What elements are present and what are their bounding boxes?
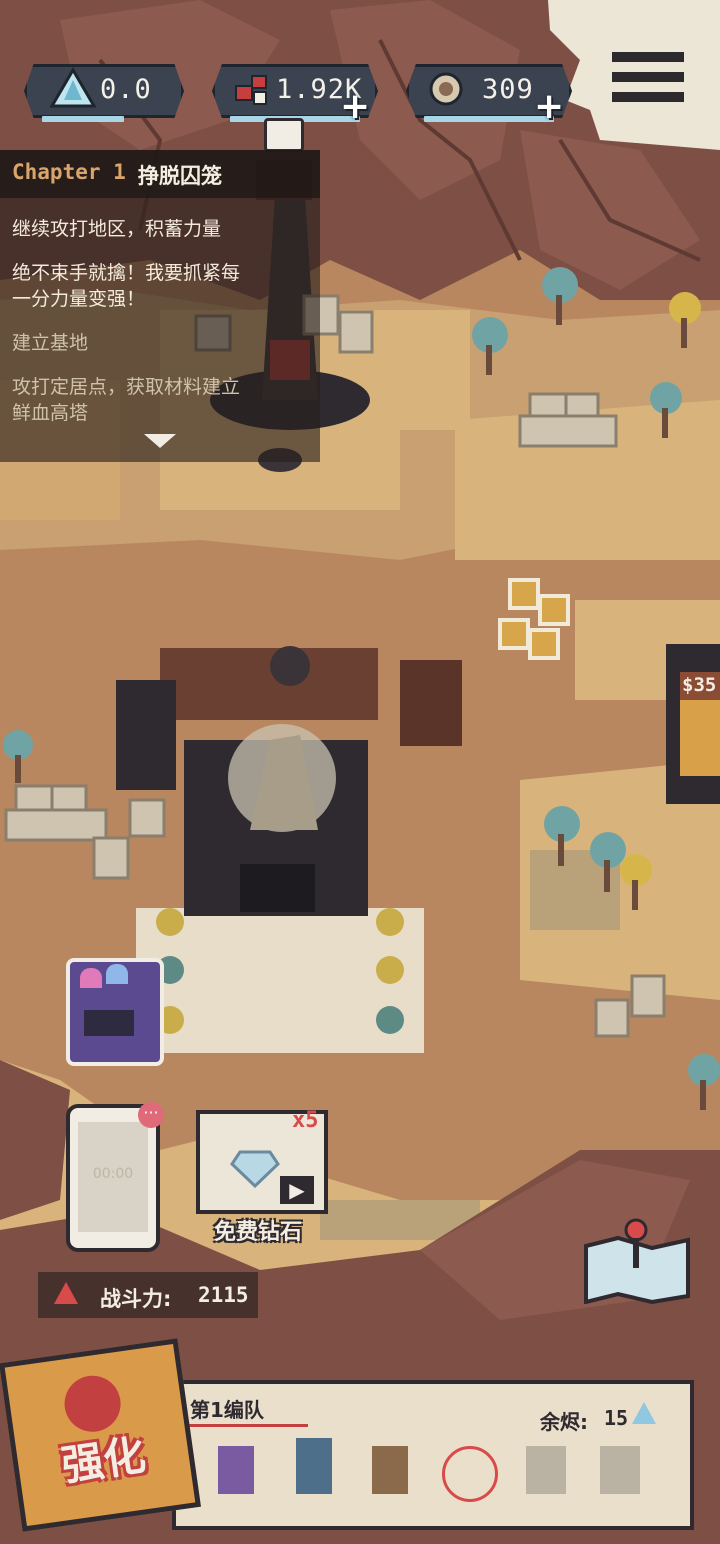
ghost-icon-2 (106, 964, 128, 984)
warning-icon (54, 1282, 78, 1304)
embers-value: 15 (604, 1406, 629, 1430)
squad-panel[interactable]: 第1编队 余烬: 15 (172, 1380, 694, 1530)
squad-slot-locked-1[interactable] (526, 1446, 566, 1494)
quest-dialogue-line1: 绝不束手就擒！我要抓紧每 (12, 262, 241, 284)
meat-icon (235, 75, 267, 105)
ore-icon (429, 72, 463, 106)
meat-plus-button[interactable]: + (340, 89, 370, 125)
free-diamond-label: 免费钻石 (213, 1220, 302, 1245)
ember-crystal-icon (632, 1402, 656, 1424)
meat-resource[interactable]: 1.92K + (212, 64, 378, 125)
quest-objective: 继续攻打地区，积蓄力量 (12, 218, 222, 240)
monster-mouth-icon (84, 1010, 134, 1036)
world-map-button[interactable] (582, 1216, 692, 1305)
diamond-icon (230, 1150, 280, 1188)
quest-panel[interactable]: Chapter 1 挣脱囚笼 继续攻打地区，积蓄力量 绝不束手就擒！我要抓紧每 … (0, 150, 320, 462)
squad-member-3[interactable] (372, 1446, 408, 1494)
combat-power-value: 2115 (198, 1283, 249, 1307)
squad-member-4[interactable] (442, 1446, 498, 1502)
chapter-title: 挣脱囚笼 (138, 164, 222, 188)
crystal-resource[interactable]: 0.0 (24, 64, 184, 122)
monster-summon-button[interactable] (66, 958, 164, 1066)
phone-time: 00:00 (92, 1166, 134, 1182)
quest-dialogue-line2: 一分力量变强！ (12, 288, 146, 310)
ore-resource[interactable]: 309 + (406, 64, 572, 125)
mail-icon[interactable] (264, 118, 304, 152)
ore-plus-button[interactable]: + (534, 89, 564, 125)
menu-button[interactable] (612, 50, 688, 106)
phone-notification-badge: ··· (138, 1102, 164, 1128)
squad-member-2[interactable] (296, 1438, 332, 1494)
combat-power-label: 战斗力: (100, 1287, 172, 1311)
combat-power-bar: 战斗力: 2115 (38, 1272, 258, 1318)
ore-value: 309 (482, 74, 534, 105)
squad-title-underline (188, 1424, 308, 1427)
quest-step-line2: 鲜血高塔 (12, 402, 89, 424)
crystal-icon (49, 67, 97, 108)
menu-icon (612, 50, 688, 106)
quest-step-title: 建立基地 (12, 332, 89, 354)
shop-price: $35 (682, 674, 717, 696)
expand-chevron-icon[interactable] (144, 434, 176, 448)
squad-title: 第1编队 (190, 1398, 264, 1422)
quest-step-line1: 攻打定居点，获取材料建立 (12, 376, 241, 398)
chapter-label: Chapter 1 (12, 160, 126, 184)
ghost-icon (80, 968, 102, 988)
embers-label: 余烬: (540, 1410, 588, 1434)
strengthen-label: 强化 (58, 1430, 149, 1491)
squad-member-1[interactable] (218, 1446, 254, 1494)
free-diamond-button[interactable]: x5 ▶ (196, 1108, 328, 1214)
diamond-count-badge: x5 (292, 1108, 319, 1133)
crystal-value: 0.0 (100, 74, 152, 105)
phone-button[interactable]: 00:00 ··· (66, 1102, 164, 1252)
squad-slot-locked-2[interactable] (600, 1446, 640, 1494)
strengthen-button[interactable]: 强化 (0, 1338, 201, 1532)
map-icon (584, 1218, 690, 1305)
play-video-icon: ▶ (280, 1176, 314, 1204)
